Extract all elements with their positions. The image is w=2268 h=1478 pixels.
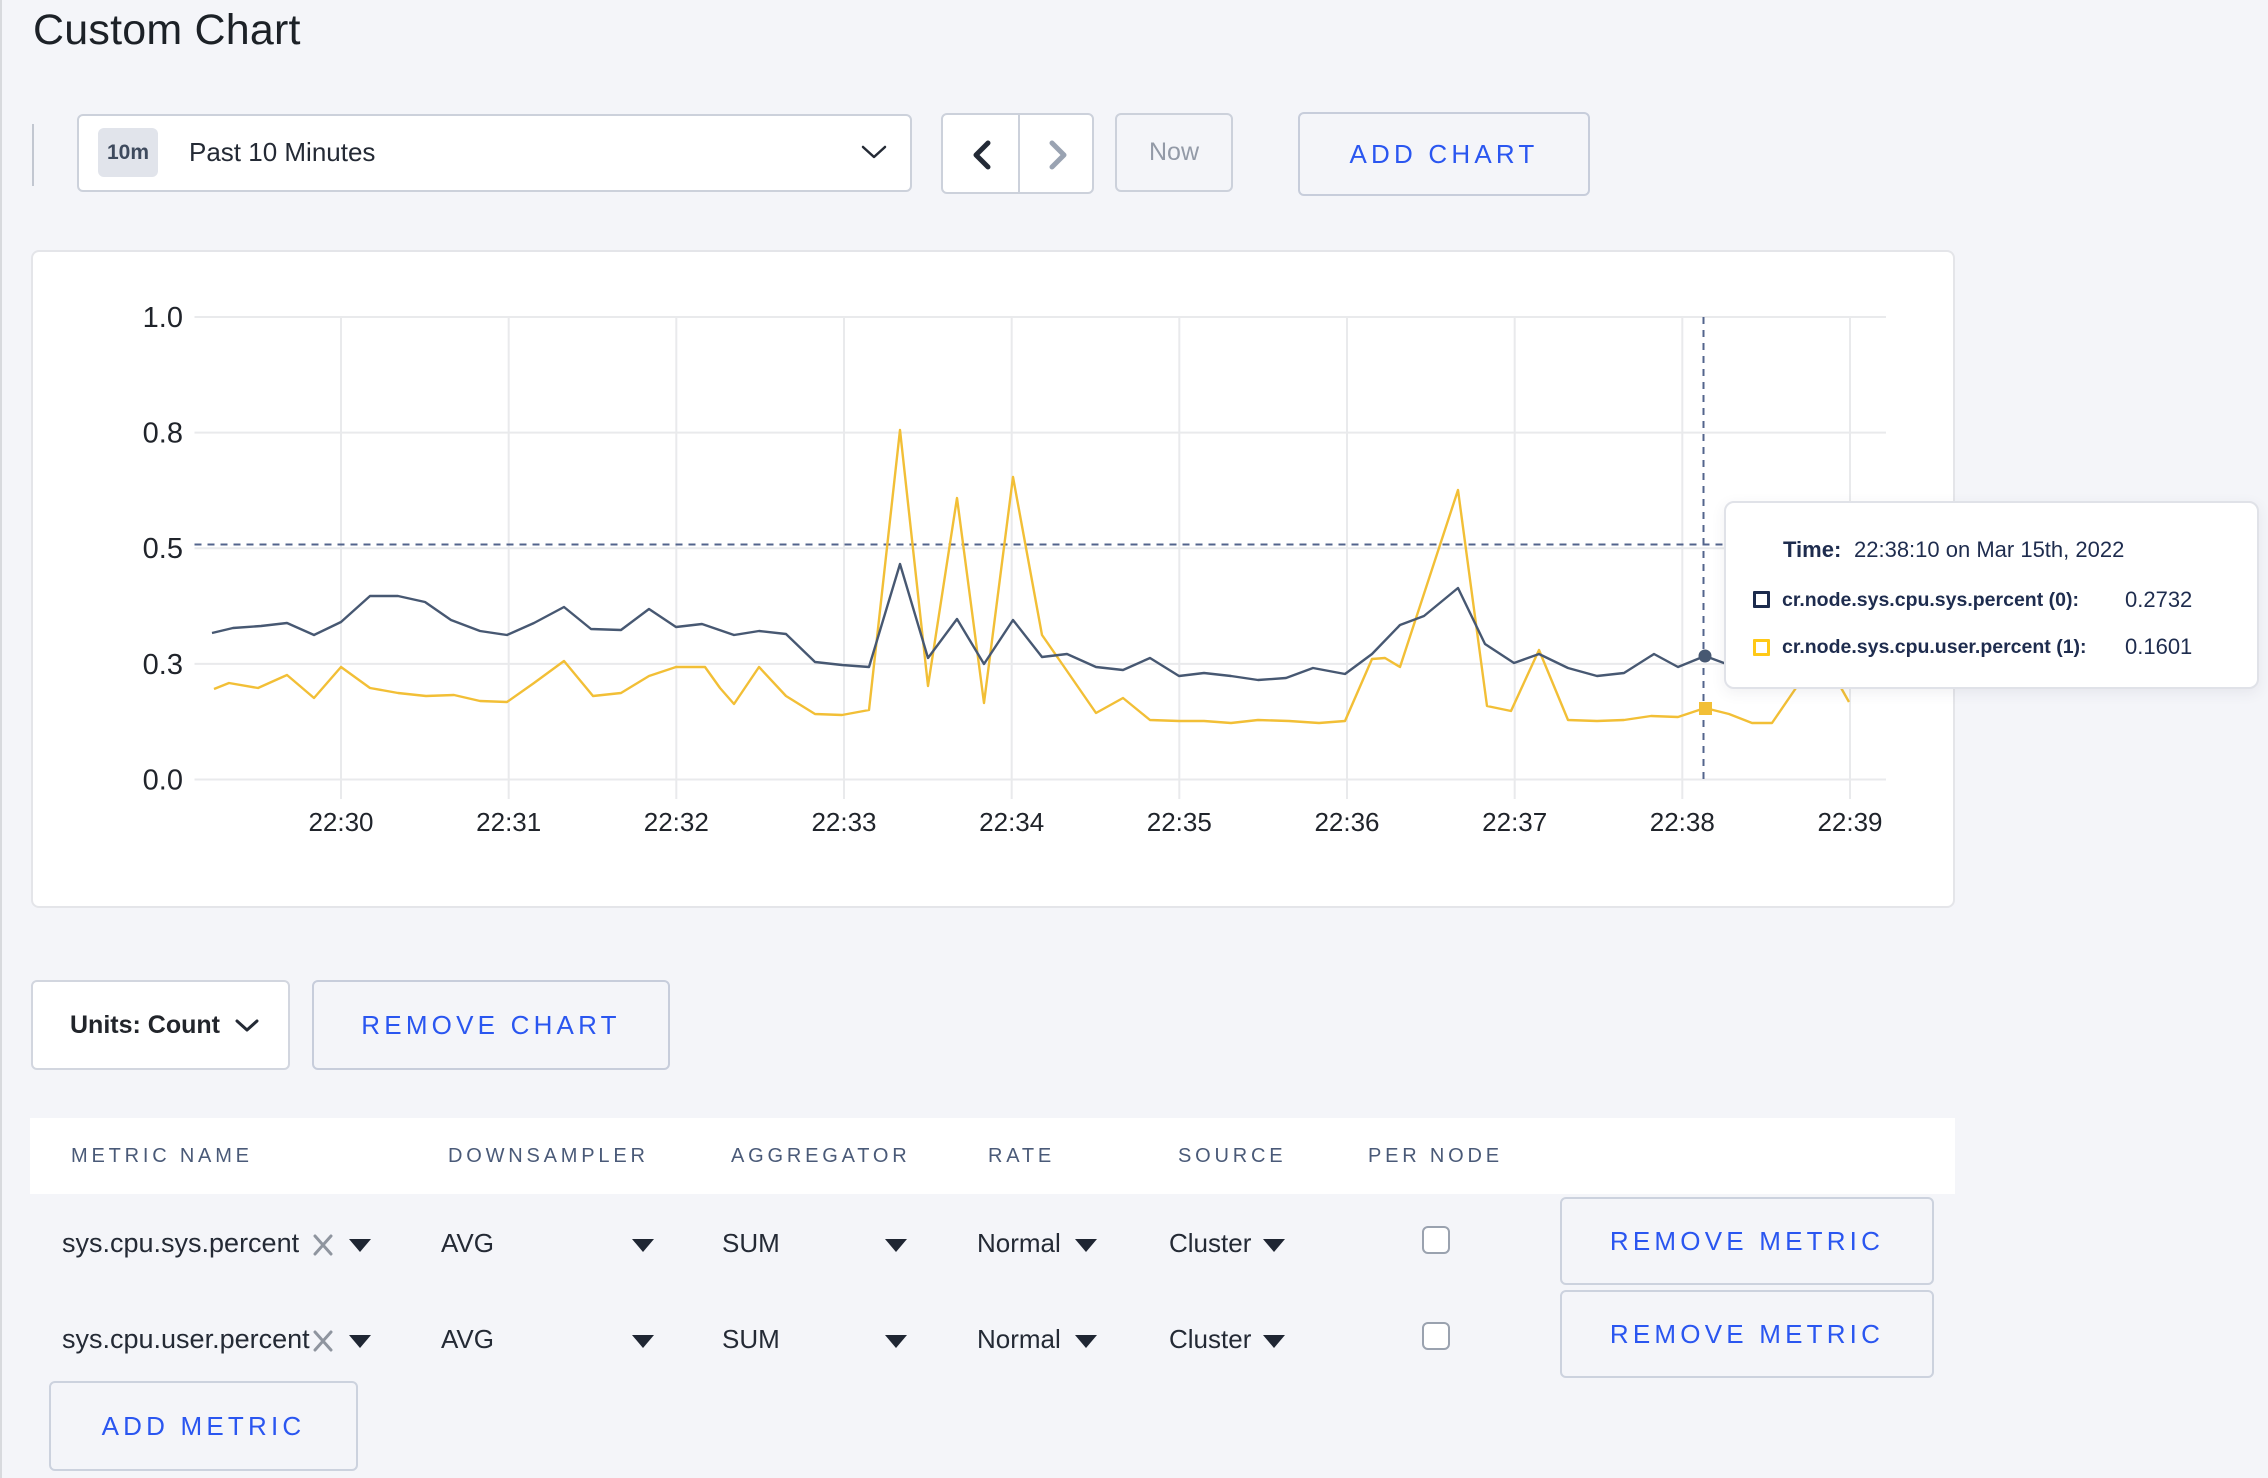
svg-text:22:31: 22:31 [476, 807, 541, 837]
svg-text:22:32: 22:32 [644, 807, 709, 837]
svg-text:22:37: 22:37 [1482, 807, 1547, 837]
svg-text:0.8: 0.8 [143, 418, 183, 450]
svg-text:22:30: 22:30 [308, 807, 373, 837]
svg-text:22:35: 22:35 [1147, 807, 1212, 837]
svg-text:22:39: 22:39 [1817, 807, 1882, 837]
svg-text:22:33: 22:33 [811, 807, 876, 837]
svg-text:0.5: 0.5 [143, 533, 183, 565]
svg-text:1.0: 1.0 [143, 302, 183, 334]
svg-text:0.3: 0.3 [143, 649, 183, 681]
svg-text:22:36: 22:36 [1314, 807, 1379, 837]
svg-text:0.0: 0.0 [143, 765, 183, 797]
svg-text:22:34: 22:34 [979, 807, 1044, 837]
svg-text:22:38: 22:38 [1650, 807, 1715, 837]
